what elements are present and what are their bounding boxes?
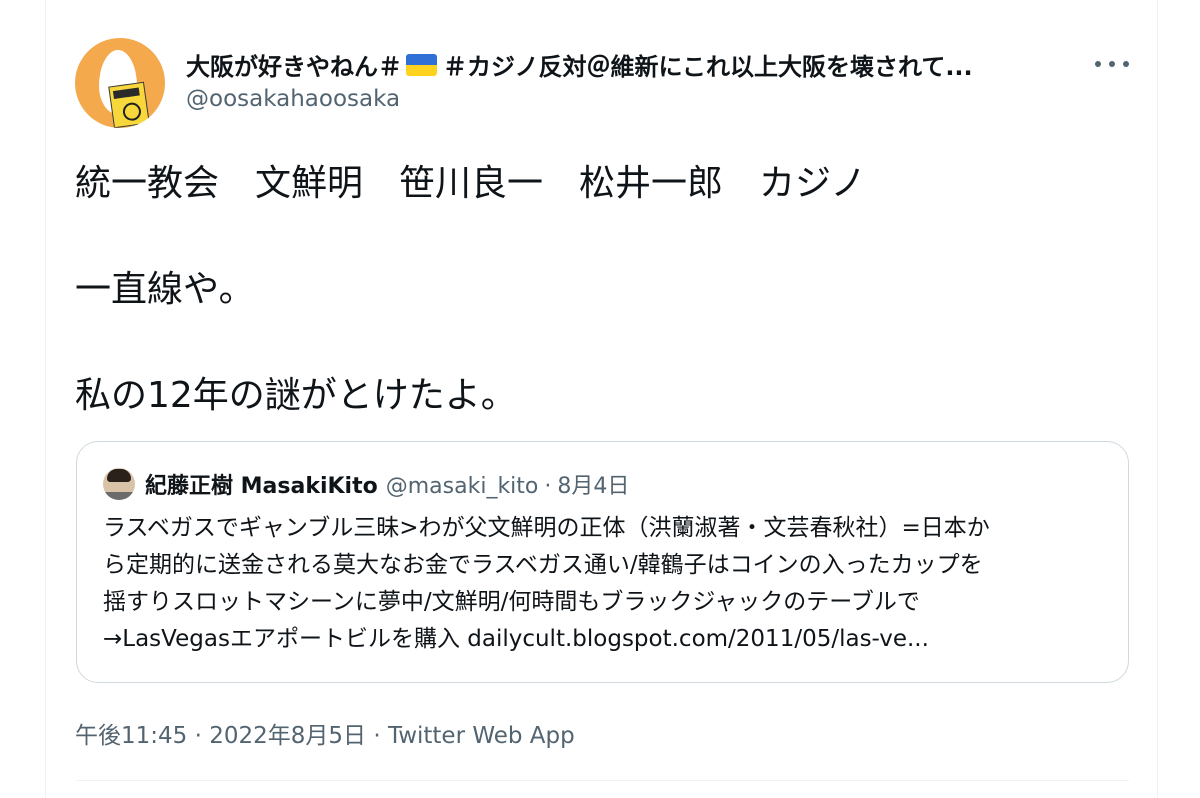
quote-author-handle: @masaki_kito (385, 474, 539, 499)
ukraine-flag-icon (406, 53, 437, 76)
quote-body: ラスベガスでギャンブル三昧>わが父文鮮明の正体（洪蘭淑著・文芸春秋社）=日本か … (103, 510, 1113, 658)
quote-separator: · (544, 474, 552, 499)
author-display-name[interactable]: 大阪が好きやねん＃ ＃カジノ反対＠維新にこれ以上大阪を壊されて... (186, 47, 973, 82)
author-handle[interactable]: @oosakahaoosaka (186, 86, 400, 112)
tweet-timestamp[interactable]: 午後11:45 · 2022年8月5日 · Twitter Web App (75, 716, 575, 750)
quote-date: 8月4日 (557, 474, 630, 499)
quote-author-name: 紀藤正樹 MasakiKito (145, 474, 378, 499)
quote-text-line: ラスベガスでギャンブル三昧>わが父文鮮明の正体（洪蘭淑著・文芸春秋社）=日本か (103, 515, 990, 541)
quote-text-line: 揺すりスロットマシーンに夢中/文鮮明/何時間もブラックジャックのテーブルで (103, 589, 920, 615)
sign-icon (108, 81, 150, 128)
author-name-part1: 大阪が好きやねん＃ (186, 53, 402, 81)
author-avatar[interactable] (75, 38, 165, 128)
tweet-text-line: 統一教会 文鮮明 笹川良一 松井一郎 カジノ (75, 163, 867, 204)
quote-author-avatar (103, 468, 135, 500)
more-options-icon[interactable] (1095, 50, 1129, 78)
quoted-tweet[interactable]: 紀藤正樹 MasakiKito @masaki_kito · 8月4日 ラスベガ… (76, 441, 1129, 683)
quote-text-line: ら定期的に送金される莫大なお金でラスベガス通い/韓鶴子はコインの入ったカップを (103, 552, 983, 578)
author-name-part2: ＃カジノ反対＠維新にこれ以上大阪を壊されて... (443, 53, 973, 81)
tweet-text-line: 私の12年の謎がとけたよ。 (75, 375, 517, 416)
quote-text-line: →LasVegasエアポートビルを購入 dailycult.blogspot.c… (103, 626, 929, 652)
quote-header: 紀藤正樹 MasakiKito @masaki_kito · 8月4日 (145, 468, 629, 500)
tweet-text-line: 一直線や。 (75, 269, 255, 310)
divider (76, 780, 1129, 781)
